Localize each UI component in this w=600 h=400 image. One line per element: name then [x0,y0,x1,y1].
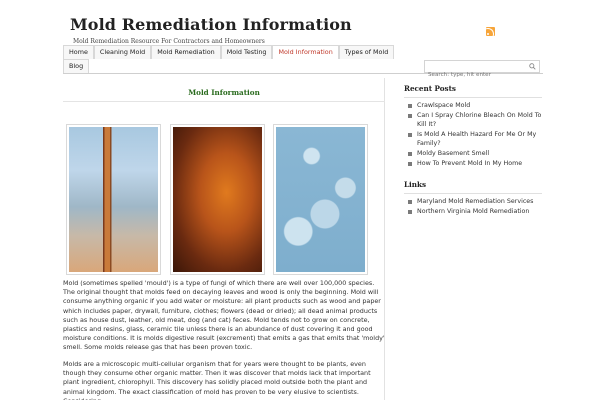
bullet-icon [408,104,412,108]
sidebar-link-label: Northern Virginia Mold Remediation [417,207,530,215]
sidebar-link-label: Maryland Mold Remediation Services [417,198,534,206]
site-title[interactable]: Mold Remediation Information [70,15,352,34]
bullet-icon [408,161,412,166]
recent-post-label: Is Mold A Health Hazard For Me Or My Fam… [417,130,537,148]
bullet-icon [408,113,412,118]
nav-item-types-of-mold[interactable]: Types of Mold [338,45,395,59]
links-heading: Links [404,180,427,190]
site-description: Mold Remediation Resource For Contractor… [73,38,265,45]
nav-item-mold-information[interactable]: Mold Information [272,45,339,59]
nav-item-home[interactable]: Home [63,45,94,59]
links-list: Maryland Mold Remediation Services North… [404,197,542,216]
bullet-icon [408,132,412,137]
recent-post-link[interactable]: How To Prevent Mold In My Home [404,159,542,169]
search-input[interactable] [425,69,525,81]
title-divider [63,101,385,102]
recent-post-label: Moldy Basement Smell [417,149,490,157]
recent-post-link[interactable]: Can I Spray Chlorine Bleach On Mold To K… [404,111,542,130]
bullet-icon [408,151,412,156]
post-paragraph-1: Mold (sometimes spelled 'mould') is a ty… [63,279,385,352]
sidebar-link[interactable]: Northern Virginia Mold Remediation [404,207,542,217]
post-paragraph-2: Molds are a microscopic multi-cellular o… [63,360,371,400]
nav-item-mold-testing[interactable]: Mold Testing [220,45,273,59]
recent-post-link[interactable]: Moldy Basement Smell [404,149,542,159]
recent-posts-list: Crawlspace Mold Can I Spray Chlorine Ble… [404,101,542,168]
sidebar-divider [404,193,542,195]
mold-photo-leaf [170,124,265,275]
recent-post-link[interactable]: Is Mold A Health Hazard For Me Or My Fam… [404,130,542,149]
search-icon[interactable] [529,63,536,70]
nav-item-blog[interactable]: Blog [63,59,90,73]
nav-item-mold-remediation[interactable]: Mold Remediation [151,45,221,59]
recent-post-label: Can I Spray Chlorine Bleach On Mold To K… [417,111,542,129]
recent-posts-heading: Recent Posts [404,84,456,93]
post-title: Mold Information [188,88,260,97]
bullet-icon [408,209,412,214]
sidebar-divider [404,97,542,98]
recent-post-label: Crawlspace Mold [417,102,471,109]
sidebar: Recent Posts Crawlspace Mold Can I Spray… [404,84,542,216]
mold-photo-microscope [273,124,368,275]
bullet-icon [408,200,412,205]
main-content: Mold Information Mold (sometimes spelled… [63,78,385,400]
recent-post-label: How To Prevent Mold In My Home [417,159,523,167]
search-box [424,60,540,81]
nav-item-cleaning-mold[interactable]: Cleaning Mold [93,45,152,59]
sidebar-link[interactable]: Maryland Mold Remediation Services [404,197,542,207]
nav-row-2: Blog [63,59,90,73]
recent-post-link[interactable]: Crawlspace Mold [404,101,542,111]
rss-icon[interactable] [486,27,495,36]
mold-photo-wood [66,124,161,275]
nav-row-1: Home Cleaning Mold Mold Remediation Mold… [63,45,395,59]
